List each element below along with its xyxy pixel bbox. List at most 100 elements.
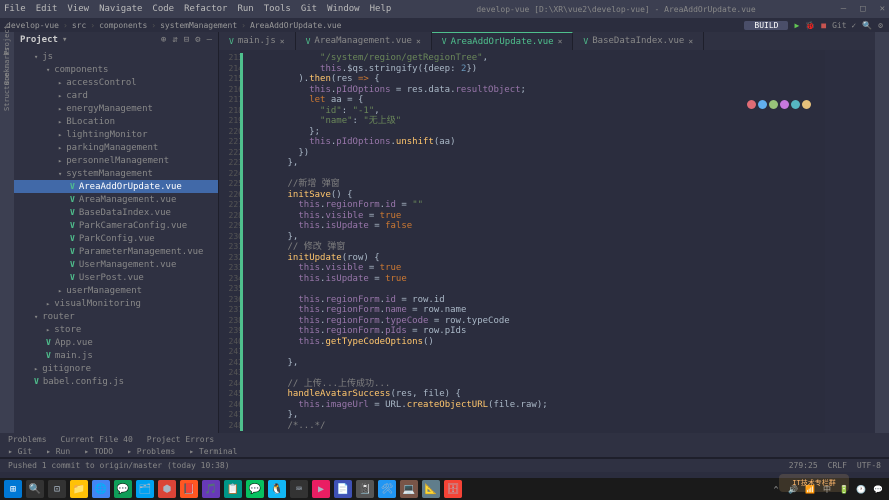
tray-icon[interactable]: 🔊	[786, 480, 800, 498]
menu-help[interactable]: Help	[370, 4, 392, 14]
breadcrumb-item[interactable]: systemManagement	[160, 21, 237, 30]
editor-tab[interactable]: VBaseDataIndex.vue×	[573, 32, 704, 50]
tree-file[interactable]: ParameterManagement.vue	[14, 245, 218, 258]
tree-folder[interactable]: BLocation	[14, 115, 218, 128]
stop-icon[interactable]: ■	[821, 21, 826, 30]
code-editor[interactable]: 2132142152162172182192202212222232242252…	[219, 50, 875, 458]
tree-folder[interactable]: systemManagement	[14, 167, 218, 180]
taskbar-app[interactable]: 🐧	[268, 480, 286, 498]
collapse-all-icon[interactable]: ⊟	[184, 35, 189, 45]
toolwindow-button[interactable]: ▸ TODO	[84, 447, 113, 456]
problems-tab[interactable]: Project Errors	[147, 435, 214, 444]
tray-icon[interactable]: 🔋	[837, 480, 851, 498]
tray-icon[interactable]: 中	[820, 480, 834, 498]
tree-folder[interactable]: visualMonitoring	[14, 297, 218, 310]
cursor-position[interactable]: 279:25	[789, 461, 818, 470]
tree-folder[interactable]: store	[14, 323, 218, 336]
taskbar-app[interactable]: 📋	[224, 480, 242, 498]
inspection-widget[interactable]	[747, 100, 811, 109]
expand-all-icon[interactable]: ⇵	[172, 35, 177, 45]
tree-folder[interactable]: userManagement	[14, 284, 218, 297]
tree-folder[interactable]: js	[14, 50, 218, 63]
breadcrumb-item[interactable]: AreaAddOrUpdate.vue	[250, 21, 342, 30]
toolwindow-button[interactable]: ▸ Git	[8, 447, 32, 456]
tree-file[interactable]: AreaManagement.vue	[14, 193, 218, 206]
bottom-toolwindow-bar[interactable]: ▸ Git▸ Run▸ TODO▸ Problems▸ Terminal	[0, 446, 889, 458]
tree-folder[interactable]: energyManagement	[14, 102, 218, 115]
tray-icon[interactable]: ^	[769, 480, 783, 498]
start-button[interactable]: ⊞	[4, 480, 22, 498]
taskbar-app[interactable]: 🛠	[378, 480, 396, 498]
tree-file[interactable]: UserManagement.vue	[14, 258, 218, 271]
taskbar-app[interactable]: 📓	[356, 480, 374, 498]
line-separator[interactable]: CRLF	[828, 461, 847, 470]
menu-run[interactable]: Run	[237, 4, 253, 14]
structure-tab[interactable]: Structure	[3, 73, 11, 111]
editor-tabs[interactable]: Vmain.js×VAreaManagement.vue×VAreaAddOrU…	[219, 32, 875, 50]
menu-navigate[interactable]: Navigate	[99, 4, 142, 14]
menu-edit[interactable]: Edit	[36, 4, 58, 14]
problems-tabs[interactable]: ProblemsCurrent File 40Project Errors	[0, 433, 889, 446]
tree-folder[interactable]: accessControl	[14, 76, 218, 89]
breadcrumb-item[interactable]: develop-vue	[6, 21, 59, 30]
problems-tab[interactable]: Current File 40	[61, 435, 133, 444]
windows-taskbar[interactable]: ⊞ 🔍 ⊡ 📁 🌐 💬 🗂 ⬢ 📕 🎵 📋 💬 🐧 ⌨ ▶ 📄 📓 🛠 💻 📐 …	[0, 478, 889, 500]
tray-icon[interactable]: 🕐	[854, 480, 868, 498]
tree-file[interactable]: main.js	[14, 349, 218, 362]
menu-code[interactable]: Code	[152, 4, 174, 14]
breadcrumb-item[interactable]: components	[99, 21, 147, 30]
tree-folder[interactable]: lightingMonitor	[14, 128, 218, 141]
menu-window[interactable]: Window	[327, 4, 360, 14]
task-view-button[interactable]: ⊡	[48, 480, 66, 498]
right-toolwindow-strip[interactable]	[875, 32, 889, 470]
taskbar-app[interactable]: 🎵	[202, 480, 220, 498]
run-icon[interactable]: ▶	[794, 21, 799, 30]
tree-folder[interactable]: card	[14, 89, 218, 102]
settings-icon[interactable]: ⚙	[878, 21, 883, 30]
taskbar-app[interactable]: 📁	[70, 480, 88, 498]
editor-tab[interactable]: VAreaManagement.vue×	[296, 32, 432, 50]
taskbar-app[interactable]: 💻	[400, 480, 418, 498]
taskbar-app[interactable]: 💬	[114, 480, 132, 498]
run-config-selector[interactable]: BUILD	[744, 21, 788, 30]
taskbar-app[interactable]: 🗄	[444, 480, 462, 498]
menu-tools[interactable]: Tools	[264, 4, 291, 14]
taskbar-app[interactable]: ⬢	[158, 480, 176, 498]
tree-file[interactable]: ParkCameraConfig.vue	[14, 219, 218, 232]
toolwindow-button[interactable]: ▸ Run	[46, 447, 70, 456]
tray-icon[interactable]: 📶	[803, 480, 817, 498]
window-controls[interactable]: —□✕	[841, 4, 885, 14]
tree-file[interactable]: babel.config.js	[14, 375, 218, 388]
tree-file[interactable]: ParkConfig.vue	[14, 232, 218, 245]
taskbar-app[interactable]: ▶	[312, 480, 330, 498]
taskbar-app[interactable]: 🌐	[92, 480, 110, 498]
settings-icon[interactable]: ⚙	[195, 35, 200, 45]
tree-folder[interactable]: personnelManagement	[14, 154, 218, 167]
left-toolwindow-strip[interactable]: Project Bookmarks Structure	[0, 32, 14, 470]
debug-icon[interactable]: 🐞	[805, 21, 815, 30]
taskbar-app[interactable]: ⌨	[290, 480, 308, 498]
search-icon[interactable]: 🔍	[862, 21, 872, 30]
tree-folder[interactable]: components	[14, 63, 218, 76]
tree-file[interactable]: BaseDataIndex.vue	[14, 206, 218, 219]
tree-folder[interactable]: parkingManagement	[14, 141, 218, 154]
minimap[interactable]	[825, 50, 875, 458]
tree-folder[interactable]: gitignore	[14, 362, 218, 375]
git-icon[interactable]: Git ✓	[832, 21, 856, 30]
taskbar-app[interactable]: 📕	[180, 480, 198, 498]
select-opened-file-icon[interactable]: ⊕	[161, 35, 166, 45]
breadcrumb-item[interactable]: src	[72, 21, 86, 30]
hide-icon[interactable]: —	[207, 35, 212, 45]
menu-refactor[interactable]: Refactor	[184, 4, 227, 14]
taskbar-app[interactable]: 📄	[334, 480, 352, 498]
menu-file[interactable]: File	[4, 4, 26, 14]
tree-folder[interactable]: router	[14, 310, 218, 323]
search-button[interactable]: 🔍	[26, 480, 44, 498]
editor-tab[interactable]: Vmain.js×	[219, 32, 296, 50]
taskbar-app[interactable]: 🗂	[136, 480, 154, 498]
menu-git[interactable]: Git	[301, 4, 317, 14]
toolwindow-button[interactable]: ▸ Problems	[127, 447, 175, 456]
notification-icon[interactable]: 💬	[871, 480, 885, 498]
menu-view[interactable]: View	[67, 4, 89, 14]
editor-tab[interactable]: VAreaAddOrUpdate.vue×	[432, 32, 574, 50]
